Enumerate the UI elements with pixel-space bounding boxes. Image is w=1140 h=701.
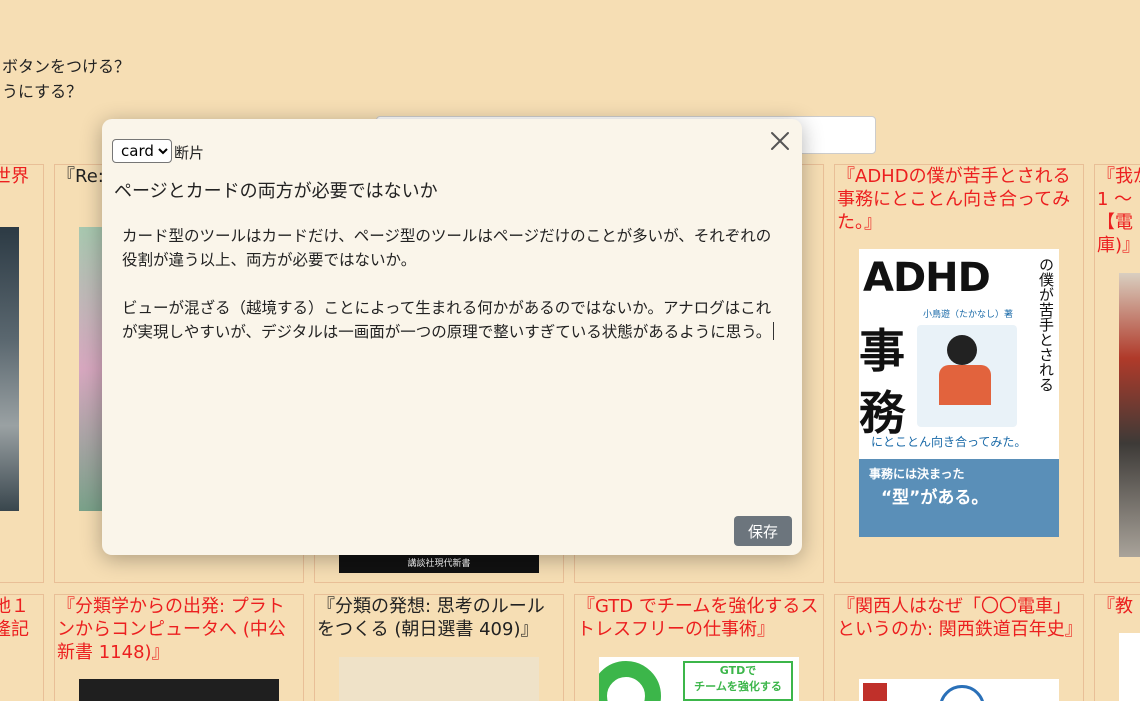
book-card[interactable]: 『分類の発想: 思考のルールをつくる (朝日選書 409)』 [314, 594, 564, 701]
background-note-line-1: ボタンをつける？ [2, 57, 131, 76]
publisher-label: 講談社現代新書 [407, 559, 471, 569]
cover-side-text: の僕が苦手とされる [1037, 257, 1055, 392]
book-card-title: 『ADHDの僕が苦手とされる事務にとことん向き合ってみた。』 [837, 166, 1071, 233]
book-card[interactable]: 『関西人はなぜ「〇〇電車」というのか: 関西鉄道百年史』 [834, 594, 1084, 701]
book-card[interactable]: 『ADHDの僕が苦手とされる事務にとことん向き合ってみた。』 ADHD の僕が苦… [834, 164, 1084, 583]
cover-author: 小鳥遊（たかなし）著 [923, 310, 1014, 320]
cover-subtitle: にとことん向き合ってみた。 [871, 435, 1027, 449]
book-cover-image: ADHD の僕が苦手とされる 事 務 小鳥遊（たかなし）著 にとことん向き合って… [859, 249, 1059, 537]
note-title[interactable]: ページとカードの両方が必要ではないか [114, 177, 438, 203]
save-button[interactable]: 保存 [734, 516, 792, 546]
close-icon[interactable] [768, 129, 792, 153]
book-card[interactable]: 『我が1 〜【電庫)』 [1094, 164, 1140, 583]
background-note-line-2: うにする？ [2, 82, 83, 101]
cover-banner-line-2: “型”がある。 [881, 488, 989, 508]
book-card-title: 『分類学からの出発: プラトンからコンピュータへ (中公新書 1148)』 [57, 596, 286, 663]
book-cover-image [79, 679, 279, 701]
note-paragraph-2: ビューが混ざる（越境する）ことによって生まれる何かがあるのではないか。アナログは… [122, 299, 772, 341]
note-edit-modal: card 断片 ページとカードの両方が必要ではないか カード型のツールはカードだ… [102, 119, 802, 555]
cover-brand: ADHD [863, 255, 991, 301]
gtd-logo-icon [599, 661, 661, 701]
book-card[interactable]: 世界 [0, 164, 44, 583]
book-card-title: 世界 [0, 166, 29, 187]
book-cover-image [1119, 273, 1140, 557]
book-cover-image [339, 657, 539, 701]
book-card-title: 『GTD でチームを強化するストレスフリーの仕事術』 [577, 596, 819, 640]
book-cover-image [859, 679, 1059, 701]
text-caret [773, 322, 775, 340]
book-cover-image: 講談社現代新書 [339, 555, 539, 573]
book-cover-image: GTDで チームを強化する [599, 657, 799, 701]
note-type-select[interactable]: card [112, 139, 172, 163]
book-card[interactable]: 『教 [1094, 594, 1140, 701]
cover-banner: 事務には決まった “型”がある。 [859, 459, 1059, 537]
book-card-title: 『分類の発想: 思考のルールをつくる (朝日選書 409)』 [317, 596, 545, 640]
cover-big-char-1: 事 [859, 324, 905, 378]
book-card-title: 『関西人はなぜ「〇〇電車」というのか: 関西鉄道百年史』 [837, 596, 1083, 640]
book-card[interactable]: 『GTD でチームを強化するストレスフリーの仕事術』 GTDで チームを強化する [574, 594, 824, 701]
book-card[interactable]: 地１隆記 [0, 594, 44, 701]
book-card[interactable]: 『分類学からの出発: プラトンからコンピュータへ (中公新書 1148)』 [54, 594, 304, 701]
cover-gtd-tag: GTDで チームを強化する [683, 661, 793, 701]
cover-illustration [917, 325, 1017, 427]
cover-gtd-line-2: チームを強化する [694, 680, 782, 693]
book-card-title: 『我が1 〜【電庫)』 [1097, 166, 1140, 256]
note-paragraph-1: カード型のツールはカードだけ、ページ型のツールはページだけのことが多いが、それぞ… [122, 227, 772, 269]
cover-gtd-line-1: GTDで [719, 664, 757, 677]
note-type-label: 断片 [174, 144, 205, 162]
cover-banner-line-1: 事務には決まった [869, 467, 965, 481]
book-card-title: 『教 [1097, 596, 1133, 617]
note-body-editor[interactable]: カード型のツールはカードだけ、ページ型のツールはページだけのことが多いが、それぞ… [122, 224, 782, 344]
book-cover-image [1119, 633, 1140, 701]
book-cover-image [0, 227, 19, 511]
book-card-title: 地１隆記 [0, 596, 29, 640]
